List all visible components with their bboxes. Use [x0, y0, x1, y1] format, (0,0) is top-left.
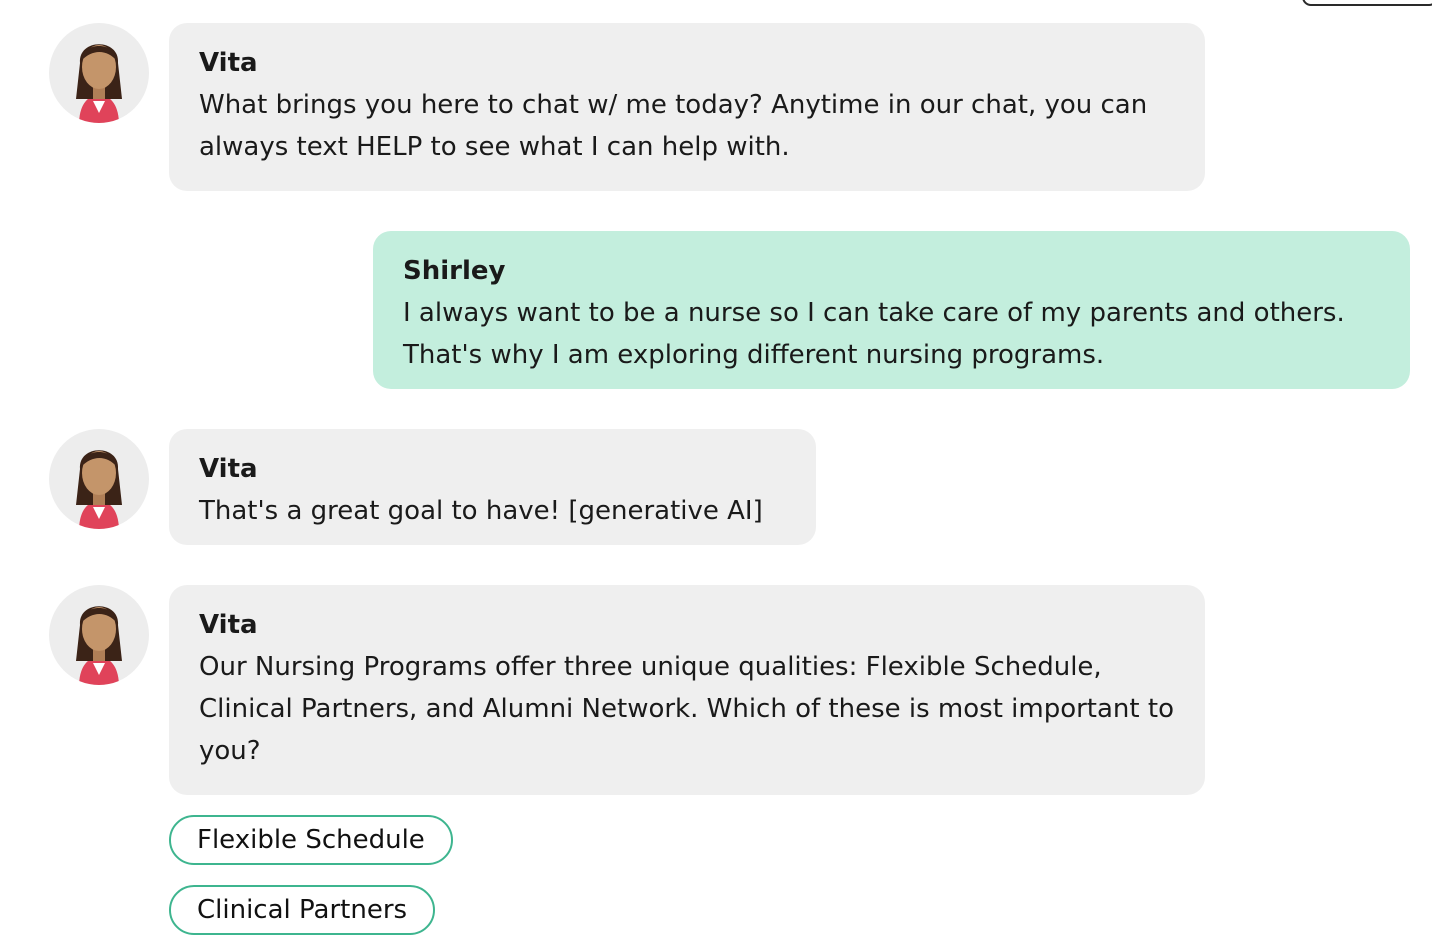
- message-sender: Vita: [199, 48, 258, 78]
- message-sender: Shirley: [403, 256, 506, 286]
- vita-avatar-icon: [49, 585, 149, 685]
- message-text: Our Nursing Programs offer three unique …: [199, 652, 1174, 766]
- message-sender: Vita: [199, 454, 258, 484]
- quick-reply-flexible-schedule[interactable]: Flexible Schedule: [169, 815, 453, 865]
- message-text: What brings you here to chat w/ me today…: [199, 90, 1148, 162]
- top-right-control-fragment[interactable]: [1302, 0, 1432, 6]
- quick-reply-clinical-partners[interactable]: Clinical Partners: [169, 885, 436, 935]
- message-bubble-vita: Vita What brings you here to chat w/ me …: [169, 23, 1205, 191]
- chat-transcript: Vita What brings you here to chat w/ me …: [0, 0, 1432, 946]
- message-bubble-vita: Vita Our Nursing Programs offer three un…: [169, 585, 1205, 795]
- message-bubble-shirley: Shirley I always want to be a nurse so I…: [373, 231, 1410, 389]
- vita-avatar-icon: [49, 429, 149, 529]
- message-text: That's a great goal to have! [generative…: [199, 496, 763, 526]
- vita-avatar-icon: [49, 23, 149, 123]
- message-sender: Vita: [199, 610, 258, 640]
- message-text: I always want to be a nurse so I can tak…: [403, 298, 1345, 370]
- message-bubble-vita: Vita That's a great goal to have! [gener…: [169, 429, 816, 545]
